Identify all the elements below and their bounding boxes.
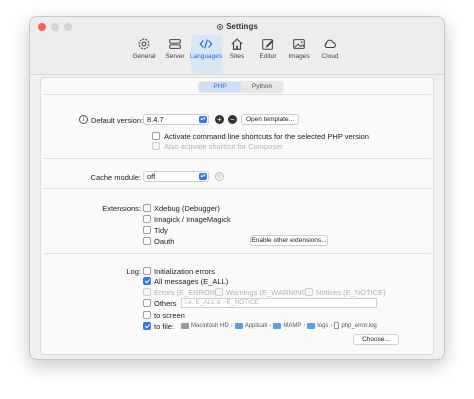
tab-editor[interactable]: Editor — [253, 35, 284, 73]
log-others-label: Others — [154, 299, 177, 308]
tab-php[interactable]: PHP — [199, 82, 241, 92]
log-warnings-label: Warnings (E_WARNING) — [226, 288, 310, 297]
log-all-messages-label: All messages (E_ALL) — [154, 277, 229, 286]
log-to-screen-checkbox[interactable] — [143, 311, 151, 319]
extension-imagick-checkbox[interactable] — [143, 215, 151, 223]
log-init-errors-checkbox[interactable] — [143, 267, 151, 275]
folder-icon — [234, 322, 243, 329]
cache-module-value: off — [147, 172, 156, 181]
server-icon — [169, 39, 181, 49]
tab-python[interactable]: Python — [241, 82, 283, 92]
log-notices-checkbox[interactable] — [305, 288, 313, 296]
default-version-select[interactable]: 8.4.7 ▴▾ — [143, 114, 209, 125]
cmdline-shortcuts-checkbox[interactable] — [152, 132, 160, 140]
log-errors-checkbox[interactable] — [143, 288, 151, 296]
languages-panel: PHP Python i Default version: 8.4.7 ▴▾ +… — [40, 77, 434, 355]
cmdline-shortcuts-label: Activate command line shortcuts for the … — [164, 132, 369, 141]
folder-icon — [307, 322, 316, 329]
tab-general[interactable]: General — [129, 35, 160, 73]
extension-imagick-label: Imagick / ImageMagick — [154, 215, 231, 224]
extension-oauth-label: Oauth — [154, 237, 175, 246]
chevron-right-icon: › — [330, 322, 333, 329]
language-tabs: PHP Python — [198, 81, 284, 93]
cache-settings-icon[interactable]: ⚙ — [215, 172, 224, 181]
enable-other-extensions-button[interactable]: Enable other extensions... — [250, 235, 328, 246]
add-version-button[interactable]: + — [215, 115, 224, 124]
tab-sites[interactable]: Sites — [222, 35, 253, 73]
log-notices-label: Notices (E_NOTICE) — [316, 288, 386, 297]
chevron-right-icon: › — [230, 322, 233, 329]
gear-icon — [138, 38, 150, 50]
folder-icon — [273, 322, 282, 329]
extension-oauth-checkbox[interactable] — [143, 237, 151, 245]
hard-disk-icon — [181, 322, 189, 329]
log-file-path: Macintosh HD › Applicati › MAMP › logs ›… — [181, 322, 377, 329]
log-label: Log: — [126, 267, 141, 276]
info-icon[interactable]: i — [79, 115, 88, 124]
composer-shortcut-label: Also activate shortcut for Composer — [164, 142, 283, 151]
cache-module-label: Cache module: — [90, 173, 141, 182]
chevron-updown-icon: ▴▾ — [199, 173, 207, 180]
house-icon — [231, 38, 243, 50]
tab-cloud[interactable]: Cloud — [315, 35, 346, 73]
default-version-label: Default version: — [91, 116, 144, 125]
choose-file-button[interactable]: Choose... — [353, 334, 399, 345]
settings-gear-icon — [217, 24, 224, 30]
extension-xdebug-checkbox[interactable] — [143, 204, 151, 212]
title-bar: Settings General Server Languages Sites … — [30, 17, 444, 75]
code-icon — [199, 39, 213, 49]
log-to-screen-label: to screen — [154, 311, 185, 320]
cloud-icon — [324, 39, 336, 49]
chevron-right-icon: › — [303, 322, 306, 329]
chevron-updown-icon: ▴▾ — [199, 116, 207, 123]
tab-images[interactable]: Images — [284, 35, 315, 73]
divider — [43, 253, 431, 254]
tab-languages[interactable]: Languages — [190, 35, 222, 73]
log-to-file-checkbox[interactable] — [143, 322, 151, 330]
remove-version-button[interactable]: − — [228, 115, 237, 124]
cache-module-select[interactable]: off ▴▾ — [143, 171, 209, 182]
log-init-errors-label: Initialization errors — [154, 267, 215, 276]
log-errors-label: Errors (E_ERROR) — [154, 288, 218, 297]
divider — [43, 158, 431, 159]
divider — [43, 94, 431, 95]
log-to-file-label: to file: — [154, 322, 175, 331]
extension-tidy-label: Tidy — [154, 226, 168, 235]
log-others-checkbox[interactable] — [143, 299, 151, 307]
file-icon — [334, 322, 340, 329]
default-version-value: 8.4.7 — [147, 115, 164, 124]
window-title: Settings — [30, 22, 444, 31]
composer-shortcut-checkbox[interactable] — [152, 142, 160, 150]
extension-tidy-checkbox[interactable] — [143, 226, 151, 234]
log-warnings-checkbox[interactable] — [215, 288, 223, 296]
divider — [43, 188, 431, 189]
extensions-label: Extensions: — [102, 204, 141, 213]
log-all-messages-checkbox[interactable] — [143, 277, 151, 285]
edit-icon — [262, 39, 274, 50]
settings-window: Settings General Server Languages Sites … — [29, 16, 445, 360]
open-template-button[interactable]: Open template... — [241, 114, 299, 125]
log-others-input[interactable]: i.e. E_ALL & ~E_NOTICE — [181, 298, 377, 308]
image-icon — [293, 39, 305, 49]
preferences-toolbar: General Server Languages Sites Editor Im… — [30, 35, 444, 73]
chevron-right-icon: › — [269, 322, 272, 329]
extension-xdebug-label: Xdebug (Debugger) — [154, 204, 220, 213]
tab-server[interactable]: Server — [160, 35, 191, 73]
